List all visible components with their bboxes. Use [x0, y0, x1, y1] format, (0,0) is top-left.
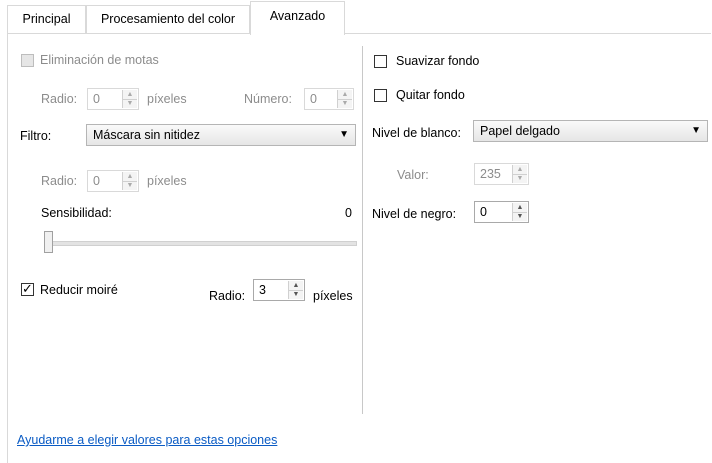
speckle-checkbox[interactable]: [21, 54, 34, 67]
moire-checkbox[interactable]: ✓: [21, 281, 34, 296]
tab-avanzado[interactable]: Avanzado: [250, 1, 345, 35]
black-level-spin-buttons[interactable]: ▲ ▼: [512, 203, 527, 221]
radius2-stepper[interactable]: 0 ▲ ▼: [87, 170, 139, 192]
value-value: 235: [480, 167, 501, 181]
arrow-down-icon[interactable]: ▼: [123, 181, 137, 190]
column-divider: [362, 46, 363, 414]
number-stepper[interactable]: 0 ▲ ▼: [304, 88, 354, 110]
moire-radius-unit: píxeles: [313, 289, 353, 303]
filter-value: Máscara sin nitidez: [93, 128, 200, 142]
remove-background-label: Quitar fondo: [396, 88, 465, 102]
black-level-label: Nivel de negro:: [372, 207, 457, 221]
sensitivity-label: Sensibilidad:: [41, 206, 112, 220]
black-level-value: 0: [480, 205, 487, 219]
radius1-label: Radio:: [41, 92, 78, 106]
chevron-down-icon: ▼: [339, 129, 349, 140]
help-link[interactable]: Ayudarme a elegir valores para estas opc…: [17, 433, 277, 447]
white-level-select[interactable]: Papel delgado ▼: [473, 120, 708, 142]
white-level-label: Nivel de blanco:: [372, 126, 461, 140]
moire-radius-spin-buttons[interactable]: ▲ ▼: [288, 281, 303, 299]
arrow-down-icon[interactable]: ▼: [289, 290, 303, 299]
arrow-down-icon[interactable]: ▼: [513, 212, 527, 221]
tab-principal[interactable]: Principal: [7, 5, 86, 33]
radius2-spin-buttons[interactable]: ▲ ▼: [122, 172, 137, 190]
speckle-label: Eliminación de motas: [40, 53, 159, 67]
filter-label: Filtro:: [20, 129, 52, 143]
chevron-down-icon: ▼: [691, 125, 701, 136]
moire-label: Reducir moiré: [40, 283, 118, 297]
radius2-unit: píxeles: [147, 174, 187, 188]
moire-radius-stepper[interactable]: 3 ▲ ▼: [253, 279, 305, 301]
radius1-value: 0: [93, 92, 100, 106]
white-level-value: Papel delgado: [480, 124, 560, 138]
radius2-label: Radio:: [41, 174, 78, 188]
arrow-down-icon[interactable]: ▼: [123, 99, 137, 108]
filter-select[interactable]: Máscara sin nitidez ▼: [86, 124, 356, 146]
number-label: Número:: [244, 92, 292, 106]
moire-radius-value: 3: [259, 283, 266, 297]
smooth-background-checkbox[interactable]: [374, 55, 387, 68]
remove-background-checkbox[interactable]: [374, 89, 387, 102]
radius2-value: 0: [93, 174, 100, 188]
arrow-down-icon[interactable]: ▼: [513, 174, 527, 183]
sensitivity-slider-track[interactable]: [45, 241, 357, 246]
sensitivity-value: 0: [345, 206, 352, 220]
radius1-stepper[interactable]: 0 ▲ ▼: [87, 88, 139, 110]
number-spin-buttons[interactable]: ▲ ▼: [337, 90, 352, 108]
tab-procesamiento-del-color[interactable]: Procesamiento del color: [86, 5, 250, 33]
number-value: 0: [310, 92, 317, 106]
smooth-background-label: Suavizar fondo: [396, 54, 480, 68]
sensitivity-slider-thumb[interactable]: [44, 231, 53, 253]
moire-radius-label: Radio:: [209, 289, 246, 303]
value-stepper[interactable]: 235 ▲ ▼: [474, 163, 529, 185]
radius1-unit: píxeles: [147, 92, 187, 106]
check-icon: ✓: [22, 281, 33, 296]
black-level-stepper[interactable]: 0 ▲ ▼: [474, 201, 529, 223]
value-label: Valor:: [397, 168, 429, 182]
arrow-down-icon[interactable]: ▼: [338, 99, 352, 108]
radius1-spin-buttons[interactable]: ▲ ▼: [122, 90, 137, 108]
value-spin-buttons[interactable]: ▲ ▼: [512, 165, 527, 183]
